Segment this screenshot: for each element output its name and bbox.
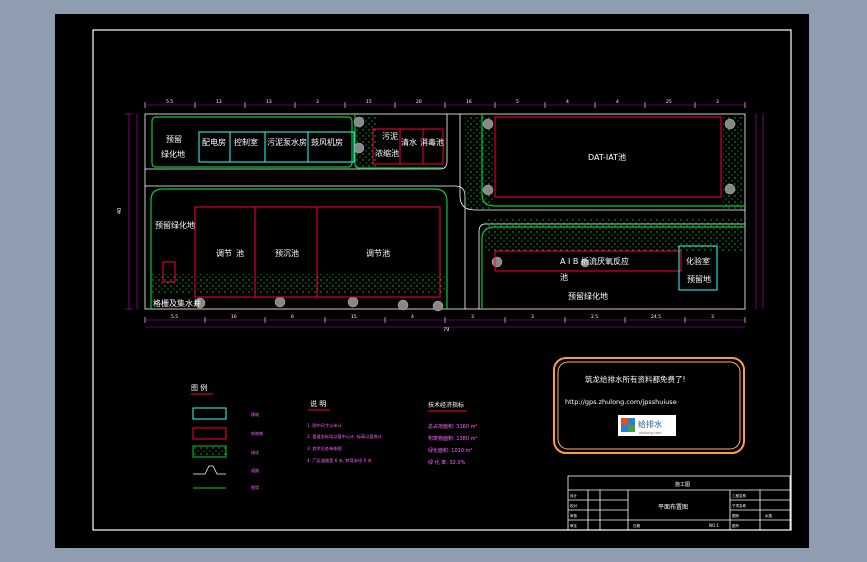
- top-dim-label: 5.5: [166, 99, 173, 105]
- label-sludge-thickener-1: 污泥: [382, 131, 398, 141]
- label-sludge-thickener-2: 浓缩池: [375, 148, 399, 158]
- label-regulating-1: 调节: [216, 249, 232, 258]
- tb-right-field-0: 工程名称: [732, 493, 746, 498]
- sheet-no: NO.1: [709, 523, 719, 528]
- tb-right-field-2: 图别: [732, 513, 740, 518]
- side-dim-label: 40: [117, 208, 123, 214]
- label-sludge-pump: 污泥泵: [267, 137, 291, 147]
- bottom-dim-label: 3: [711, 314, 714, 320]
- utility-buildings: [198, 131, 718, 291]
- tech-line-3: 绿 化 率: 32.0%: [428, 459, 466, 466]
- drawing-sheet: 5.5 13 13 3 15 20 16 5 4 4 25 3 5.5 16 6 15 4 3 3 2.5 24.5 3…: [55, 14, 809, 548]
- label-primary-settling: 预沉池: [275, 248, 299, 258]
- tech-title: 技术经济指标: [428, 401, 464, 409]
- design-stage: 施工图: [675, 481, 690, 488]
- top-dim-label: 13: [216, 99, 222, 105]
- label-power-room: 配电房: [202, 137, 226, 147]
- label-disinfection: 消毒池: [420, 137, 444, 147]
- site-plan: 5.5 13 13 3 15 20 16 5 4 4 25 3 5.5 16 6 15 4 3 3 2.5 24.5 3…: [92, 29, 792, 531]
- tech-line-0: 总占地面积: 3160 m²: [428, 423, 477, 430]
- bottom-dim-label: 2.5: [591, 314, 598, 320]
- bottom-dim-label: 24.5: [651, 314, 661, 320]
- notes-line-0: 1. 图中尺寸以米计: [307, 422, 342, 429]
- bottom-dim-label: 3: [471, 314, 474, 320]
- banner-url[interactable]: http://gps.zhulong.com/jpsshuiuse: [565, 398, 677, 406]
- label-green-bottom-right: 预留绿化地: [568, 291, 608, 301]
- tb-right-field-1: 子项名称: [732, 503, 746, 508]
- tb-field-4: 日期: [633, 523, 641, 528]
- notes-line-2: 3. 其余见各单体图: [307, 445, 342, 452]
- top-dimension-chain: 5.5 13 13 3 15 20 16 5 4 4 25 3: [144, 99, 746, 108]
- tech-line-1: 构筑物面积: 1380 m²: [428, 435, 477, 442]
- bottom-dimension-chain: 5.5 16 6 15 4 3 3 2.5 24.5 3: [144, 314, 746, 323]
- top-dim-label: 4: [616, 99, 619, 105]
- tb-field-2: 审核: [570, 513, 578, 518]
- drawing-title: 平面布置图: [658, 503, 688, 511]
- label-lab-2: 预留地: [687, 274, 711, 284]
- tech-econ: 技术经济指标 总占地面积: 3160 m² 构筑物面积: 1380 m² 绿化面…: [428, 401, 477, 466]
- tb-right-value-2: 水施: [765, 513, 773, 518]
- notes-line-1: 2. 管道坐标均以管中心计, 标高以管底计: [307, 433, 382, 440]
- bottom-dim-label: 15: [351, 314, 357, 320]
- bottom-dim-label: 4: [411, 314, 414, 320]
- label-collection-well: 格栅及集水井: [153, 298, 201, 308]
- bottom-dim-label: 6: [291, 314, 294, 320]
- label-left-green-1: 预留: [166, 134, 182, 144]
- top-dim-label: 16: [466, 99, 472, 105]
- tb-field-3: 审定: [570, 523, 578, 528]
- label-aib-2: 池: [560, 272, 568, 282]
- legend-item-2: 绿化: [251, 449, 259, 455]
- label-clear-water: 清水: [401, 137, 417, 147]
- bottom-dim-label: 16: [231, 314, 237, 320]
- overall-dim-label: 79: [443, 327, 449, 333]
- legend-item-4: 围墙: [251, 484, 259, 490]
- top-dim-label: 4: [566, 99, 569, 105]
- bottom-dim-label: 5.5: [171, 314, 178, 320]
- label-green-mid-left: 预留绿化地: [155, 220, 195, 230]
- notes-title: 说 明: [310, 399, 326, 408]
- label-dat-iat: DAT-IAT池: [588, 152, 626, 162]
- tech-line-2: 绿化面积: 1010 m²: [428, 447, 472, 454]
- label-lab-1: 化验室: [686, 256, 710, 266]
- label-regulating-2: 池: [236, 248, 244, 258]
- tb-field-1: 校对: [570, 503, 578, 508]
- banner-logo-sub: zhulong.com: [639, 431, 662, 435]
- top-dim-label: 3: [716, 99, 719, 105]
- bottom-dim-label: 3: [531, 314, 534, 320]
- notes: 说 明 1. 图中尺寸以米计 2. 管道坐标均以管中心计, 标高以管底计 3. …: [307, 399, 382, 464]
- top-dim-label: 20: [416, 99, 422, 105]
- top-dim-label: 3: [316, 99, 319, 105]
- tb-right-field-3: 图号: [732, 523, 740, 528]
- top-dim-label: 15: [366, 99, 372, 105]
- legend-item-3: 道路: [251, 467, 259, 473]
- tb-field-0: 设计: [570, 493, 578, 498]
- legend-title: 图 例: [191, 383, 207, 392]
- banner-logo-text: 给排水: [638, 419, 662, 429]
- top-dim-label: 13: [266, 99, 272, 105]
- label-equalization: 调节池: [366, 248, 390, 258]
- label-water-pump: 水房: [291, 137, 307, 147]
- label-aib-1: A I B 折流厌氧反应: [560, 256, 629, 266]
- notes-line-3: 4. 厂区道路宽 6 米, 转弯半径 6 米: [307, 457, 373, 464]
- top-dim-label: 25: [666, 99, 672, 105]
- label-control-room: 控制室: [234, 137, 258, 147]
- legend-item-1: 构筑物: [251, 430, 263, 436]
- label-left-green-2: 绿化地: [161, 149, 185, 159]
- label-blower-room: 鼓风机房: [311, 137, 343, 147]
- zhulong-banner[interactable]: 筑龙给排水所有资料都免费了! http://gps.zhulong.com/jp…: [553, 357, 745, 454]
- banner-line1: 筑龙给排水所有资料都免费了!: [585, 374, 686, 384]
- legend: 图 例 建筑 构筑物 绿化 道路 围墙: [191, 383, 263, 490]
- top-dim-label: 5: [516, 99, 519, 105]
- legend-item-0: 建筑: [251, 411, 259, 417]
